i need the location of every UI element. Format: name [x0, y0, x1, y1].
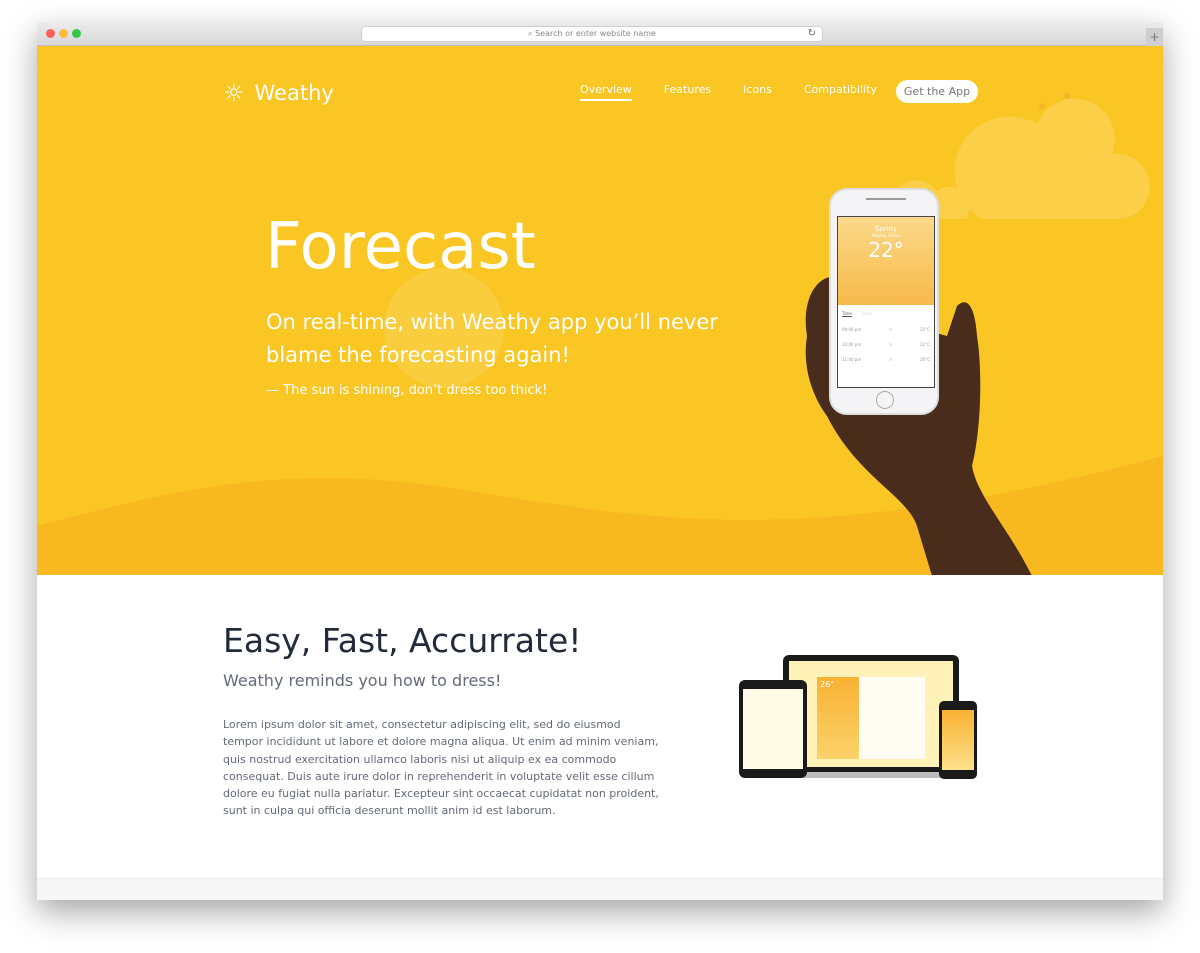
close-window-button[interactable] [46, 29, 55, 38]
browser-window: ⌕ Search or enter website name ↻ + ☼ Weath… [37, 22, 1163, 900]
logo[interactable]: ☼ Weathy [223, 79, 334, 107]
browser-toolbar: ⌕ Search or enter website name ↻ + [37, 22, 1163, 46]
phone-temp: 22° [868, 238, 904, 262]
phone-screen: Sunny Beijing, China 22° Time Daily 09:00… [837, 216, 935, 388]
nav-compatibility[interactable]: Compatibility [804, 83, 877, 101]
hero-subtitle: On real-time, with Weathy app you’ll nev… [266, 310, 718, 367]
phone-condition: Sunny [875, 225, 897, 233]
phone-row: 11:00 pm ☼ 20°C [842, 357, 930, 362]
hero-quote: — The sun is shining, don’t dress too th… [266, 383, 548, 398]
hero-title: Forecast [265, 210, 536, 284]
nav-overview[interactable]: Overview [580, 83, 632, 101]
devices-mockup: 26° [739, 655, 979, 780]
maximize-window-button[interactable] [72, 29, 81, 38]
address-placeholder: Search or enter website name [535, 29, 656, 38]
main-nav: Overview Features Icons Compatibility [580, 83, 877, 101]
new-tab-button[interactable]: + [1146, 28, 1163, 46]
get-the-app-button[interactable]: Get the App [896, 80, 978, 103]
section-body: Lorem ipsum dolor sit amet, consectetur … [223, 718, 659, 818]
sun-icon: ☼ [223, 79, 245, 107]
phone-row: 09:00 pm ☼ 22°C [842, 327, 930, 332]
phone-row: 10:00 pm ☼ 21°C [842, 342, 930, 347]
hero-section: ☼ Weathy Overview Features Icons Compatib… [37, 46, 1163, 575]
devices-temp: 26° [817, 677, 859, 759]
reload-icon[interactable]: ↻ [808, 27, 816, 41]
phone-tab-time[interactable]: Time [842, 311, 852, 317]
phone-mockup: Sunny Beijing, China 22° Time Daily 09:00… [829, 188, 939, 415]
minimize-window-button[interactable] [59, 29, 68, 38]
phone-tab-daily[interactable]: Daily [862, 311, 872, 317]
home-button [876, 391, 894, 409]
address-bar[interactable]: ⌕ Search or enter website name ↻ [361, 26, 823, 42]
footer-strip [37, 878, 1163, 900]
section-title: Easy, Fast, Accurrate! [223, 621, 582, 660]
nav-icons[interactable]: Icons [743, 83, 772, 101]
nav-features[interactable]: Features [664, 83, 711, 101]
section-subtitle: Weathy reminds you how to dress! [223, 671, 502, 690]
features-intro-section: Easy, Fast, Accurrate! Weathy reminds yo… [37, 575, 1163, 878]
brand-name: Weathy [254, 81, 334, 105]
